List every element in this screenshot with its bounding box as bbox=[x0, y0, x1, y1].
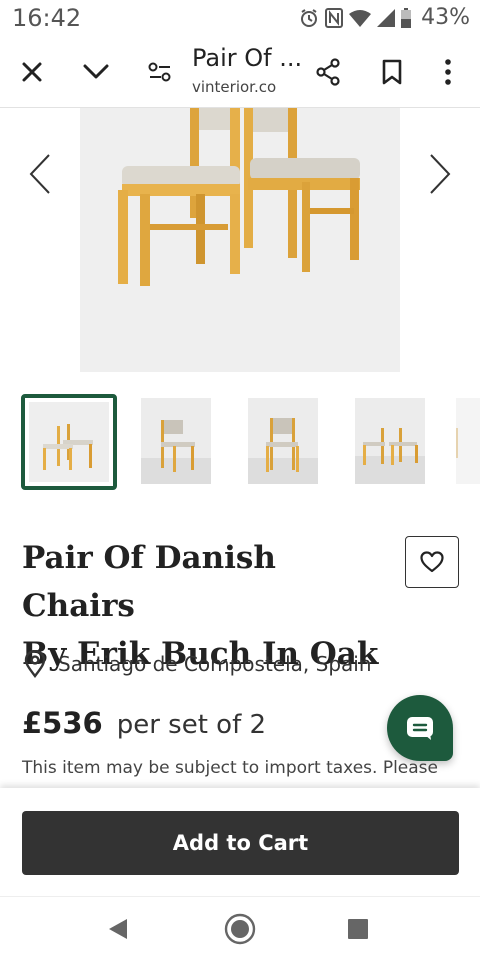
system-nav-bar bbox=[0, 896, 480, 960]
site-settings-icon bbox=[148, 62, 171, 82]
chevron-down-icon bbox=[83, 64, 109, 79]
chairs-image bbox=[80, 108, 400, 372]
status-icons: 43% bbox=[299, 5, 470, 30]
chevron-left-icon bbox=[29, 154, 50, 194]
close-button[interactable] bbox=[10, 50, 54, 94]
add-to-cart-button[interactable]: Add to Cart bbox=[22, 811, 459, 875]
thumbnail-partial bbox=[456, 398, 480, 484]
status-time: 16:42 bbox=[12, 4, 82, 32]
product-location: Santiago de Compostela, Spain bbox=[24, 650, 372, 678]
nav-home-button[interactable] bbox=[222, 911, 258, 947]
chat-icon bbox=[407, 717, 433, 740]
product-title-line-1: Pair Of Danish Chairs bbox=[22, 540, 276, 624]
recents-square-icon bbox=[348, 919, 368, 939]
signal-icon bbox=[377, 8, 396, 27]
back-triangle-icon bbox=[109, 919, 127, 939]
thumbnail-3[interactable] bbox=[248, 398, 318, 484]
price-row: £536 per set of 2 bbox=[22, 706, 266, 740]
chat-button[interactable] bbox=[387, 695, 453, 761]
thumbnail-2[interactable] bbox=[141, 398, 211, 484]
page-title: Pair Of ... bbox=[192, 44, 303, 72]
wifi-icon bbox=[349, 9, 372, 27]
heart-icon bbox=[420, 551, 444, 573]
thumbnail-1[interactable] bbox=[21, 394, 117, 490]
status-bar: 16:42 43% bbox=[0, 0, 480, 36]
bookmark-button[interactable] bbox=[370, 50, 414, 94]
more-vert-icon bbox=[445, 59, 451, 85]
nav-recents-button[interactable] bbox=[340, 911, 376, 947]
alarm-icon bbox=[301, 8, 318, 27]
thumbnail-chair-side bbox=[141, 398, 211, 484]
gallery-prev-button[interactable] bbox=[22, 152, 58, 196]
close-icon bbox=[22, 62, 42, 82]
page-url: vinterior.co bbox=[192, 78, 277, 96]
thumbnail-chairs-pair bbox=[355, 398, 425, 484]
thumbnail-strip bbox=[0, 394, 480, 490]
minimize-button[interactable] bbox=[74, 50, 118, 94]
product-gallery bbox=[0, 108, 480, 372]
nfc-icon bbox=[325, 7, 344, 28]
price-unit: per set of 2 bbox=[116, 710, 267, 740]
product-image[interactable] bbox=[80, 108, 400, 372]
more-options-button[interactable] bbox=[426, 50, 470, 94]
location-pin-icon bbox=[24, 650, 46, 678]
thumbnail-chair-front bbox=[248, 398, 318, 484]
favorite-button[interactable] bbox=[405, 536, 459, 588]
custom-tab-toolbar: Pair Of ... vinterior.co bbox=[0, 36, 480, 108]
gallery-next-button[interactable] bbox=[422, 152, 458, 196]
thumbnail-5[interactable] bbox=[456, 398, 480, 484]
thumbnail-chairs bbox=[29, 402, 109, 482]
thumbnail-image bbox=[29, 402, 109, 482]
battery-percent: 43% bbox=[421, 5, 470, 30]
share-button[interactable] bbox=[306, 50, 350, 94]
battery-icon bbox=[401, 7, 412, 28]
nav-back-button[interactable] bbox=[100, 911, 136, 947]
chevron-right-icon bbox=[430, 154, 451, 194]
cart-bar: Add to Cart bbox=[0, 788, 480, 896]
bookmark-icon bbox=[382, 59, 402, 85]
location-text: Santiago de Compostela, Spain bbox=[58, 652, 372, 676]
thumbnail-4[interactable] bbox=[355, 398, 425, 484]
product-price: £536 bbox=[22, 706, 103, 740]
share-icon bbox=[316, 58, 340, 86]
site-settings-button[interactable] bbox=[138, 50, 182, 94]
home-circle-icon bbox=[224, 913, 256, 945]
import-taxes-note: This item may be subject to import taxes… bbox=[22, 758, 438, 778]
